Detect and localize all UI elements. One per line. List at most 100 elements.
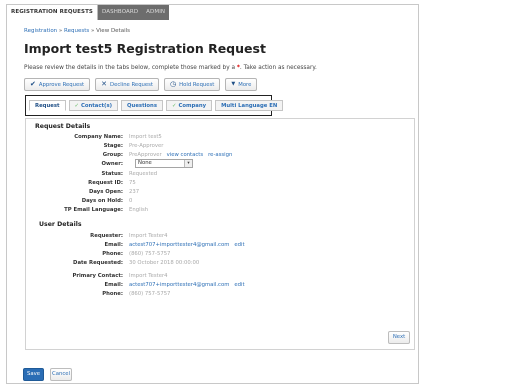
tp-email-language-label: TP Email Language:	[64, 207, 123, 213]
date-requested-row: Date Requested: 30 October 2018 00:00:00	[3, 259, 303, 267]
nav-registration-requests[interactable]: REGISTRATION REQUESTS	[7, 5, 98, 20]
stage-label: Stage:	[103, 143, 123, 149]
primary-contact-row: Primary Contact: Import Tester4	[3, 272, 303, 280]
breadcrumb-registration[interactable]: Registration	[24, 28, 57, 34]
tp-email-language-row: TP Email Language: English	[3, 206, 253, 214]
days-open-row: Days Open: 237	[3, 188, 253, 196]
approve-request-label: Approve Request	[38, 81, 85, 88]
group-row: Group: PreApprover view contacts re-assign	[3, 151, 253, 159]
company-name-row: Company Name: Import test5	[3, 133, 253, 141]
check-icon: ✓	[74, 102, 79, 109]
tab-multi-language-label: Multi Language EN	[221, 102, 278, 109]
x-icon: ✕	[101, 80, 107, 88]
owner-select-value: None	[138, 160, 152, 166]
requester-value: Import Tester4	[129, 233, 168, 239]
tab-questions-label: Questions	[127, 102, 157, 109]
tab-contacts[interactable]: ✓ Contact(s)	[68, 100, 119, 111]
chevron-down-icon: ▾	[184, 160, 192, 167]
status-value: Requested	[129, 171, 158, 177]
status-label: Status:	[101, 171, 124, 177]
primary-email-value-wrap: actest707+importtester4@gmail.com edit	[129, 281, 245, 289]
approve-request-button[interactable]: ✔ Approve Request	[24, 78, 91, 91]
tab-company-label: Company	[178, 102, 207, 109]
primary-email-row: Email: actest707+importtester4@gmail.com…	[3, 281, 303, 289]
nav-admin[interactable]: ADMIN	[142, 5, 169, 20]
days-on-hold-label: Days on Hold:	[81, 198, 123, 204]
breadcrumb-current: View Details	[96, 28, 131, 34]
description-text-end: . Take action as necessary.	[239, 65, 317, 71]
edit-primary-email-link[interactable]: edit	[234, 282, 244, 288]
tab-request-label: Request	[35, 102, 60, 109]
page-description: Please review the details in the tabs be…	[24, 65, 317, 71]
edit-email-link[interactable]: edit	[234, 242, 244, 248]
request-id-label: Request ID:	[88, 180, 123, 186]
primary-contact-label: Primary Contact:	[72, 273, 123, 279]
owner-label: Owner:	[101, 161, 124, 167]
nav-dashboard[interactable]: DASHBOARD	[98, 5, 142, 20]
primary-email-label: Email:	[104, 282, 123, 288]
more-label: More	[238, 81, 252, 88]
owner-row: Owner:	[3, 160, 253, 168]
days-on-hold-row: Days on Hold: 0	[3, 197, 253, 205]
group-value: PreApprover	[129, 152, 162, 158]
tab-contacts-label: Contact(s)	[80, 102, 113, 109]
tab-bar: Request ✓ Contact(s) Questions ✓ Company…	[25, 95, 284, 116]
primary-email-link[interactable]: actest707+importtester4@gmail.com	[129, 282, 229, 288]
hold-request-label: Hold Request	[179, 81, 215, 88]
requester-row: Requester: Import Tester4	[3, 232, 303, 240]
request-id-row: Request ID: 75	[3, 179, 253, 187]
tab-questions[interactable]: Questions	[121, 100, 163, 111]
save-button[interactable]: Save	[23, 368, 44, 381]
more-button[interactable]: ▼ More	[225, 78, 258, 91]
top-navigation: REGISTRATION REQUESTS DASHBOARD ADMIN	[7, 5, 170, 20]
page-title: Import test5 Registration Request	[24, 41, 266, 56]
primary-phone-label: Phone:	[102, 291, 123, 297]
next-button[interactable]: Next	[388, 331, 410, 344]
owner-select[interactable]: None ▾	[135, 159, 193, 168]
primary-contact-value: Import Tester4	[129, 273, 168, 279]
email-label: Email:	[104, 242, 123, 248]
email-value-wrap: actest707+importtester4@gmail.com edit	[129, 241, 245, 249]
description-text: Please review the details in the tabs be…	[24, 65, 237, 71]
status-row: Status: Requested	[3, 170, 253, 178]
decline-request-label: Decline Request	[110, 81, 154, 88]
stage-row: Stage: Pre-Approver	[3, 142, 253, 150]
clock-icon: ◷	[170, 80, 177, 88]
re-assign-link[interactable]: re-assign	[208, 152, 232, 158]
tab-company[interactable]: ✓ Company	[165, 100, 213, 111]
company-name-label: Company Name:	[74, 134, 123, 140]
group-value-wrap: PreApprover view contacts re-assign	[129, 151, 232, 159]
checkmark-icon: ✔	[30, 80, 36, 88]
days-on-hold-value: 0	[129, 198, 133, 204]
email-row: Email: actest707+importtester4@gmail.com…	[3, 241, 303, 249]
primary-phone-value: (860) 757-5757	[129, 291, 171, 297]
request-details-heading: Request Details	[35, 123, 91, 130]
stage-value: Pre-Approver	[129, 143, 164, 149]
tp-email-language-value: English	[129, 207, 149, 213]
tab-multi-language[interactable]: Multi Language EN	[215, 100, 284, 111]
caret-down-icon: ▼	[231, 81, 236, 87]
primary-phone-row: Phone: (860) 757-5757	[3, 290, 303, 298]
decline-request-button[interactable]: ✕ Decline Request	[95, 78, 160, 91]
requester-label: Requester:	[90, 233, 123, 239]
days-open-label: Days Open:	[88, 189, 123, 195]
check-icon: ✓	[171, 102, 177, 109]
group-label: Group:	[102, 152, 123, 158]
cancel-button[interactable]: Cancel	[50, 368, 72, 381]
date-requested-value: 30 October 2018 00:00:00	[129, 260, 200, 266]
date-requested-label: Date Requested:	[73, 260, 123, 266]
request-id-value: 75	[129, 180, 136, 186]
tab-request[interactable]: Request	[29, 100, 66, 111]
breadcrumb: Registration » Requests » View Details	[24, 28, 130, 34]
hold-request-button[interactable]: ◷ Hold Request	[164, 78, 221, 91]
days-open-value: 237	[129, 189, 140, 195]
phone-value: (860) 757-5757	[129, 251, 171, 257]
phone-label: Phone:	[102, 251, 123, 257]
form-footer: Save Cancel	[23, 368, 72, 381]
view-contacts-link[interactable]: view contacts	[167, 152, 203, 158]
email-link[interactable]: actest707+importtester4@gmail.com	[129, 242, 229, 248]
user-details-heading: User Details	[39, 221, 82, 228]
request-details-panel: Request Details Company Name: Import tes…	[25, 118, 415, 350]
company-name-value: Import test5	[129, 134, 162, 140]
breadcrumb-requests[interactable]: Requests	[64, 28, 89, 34]
